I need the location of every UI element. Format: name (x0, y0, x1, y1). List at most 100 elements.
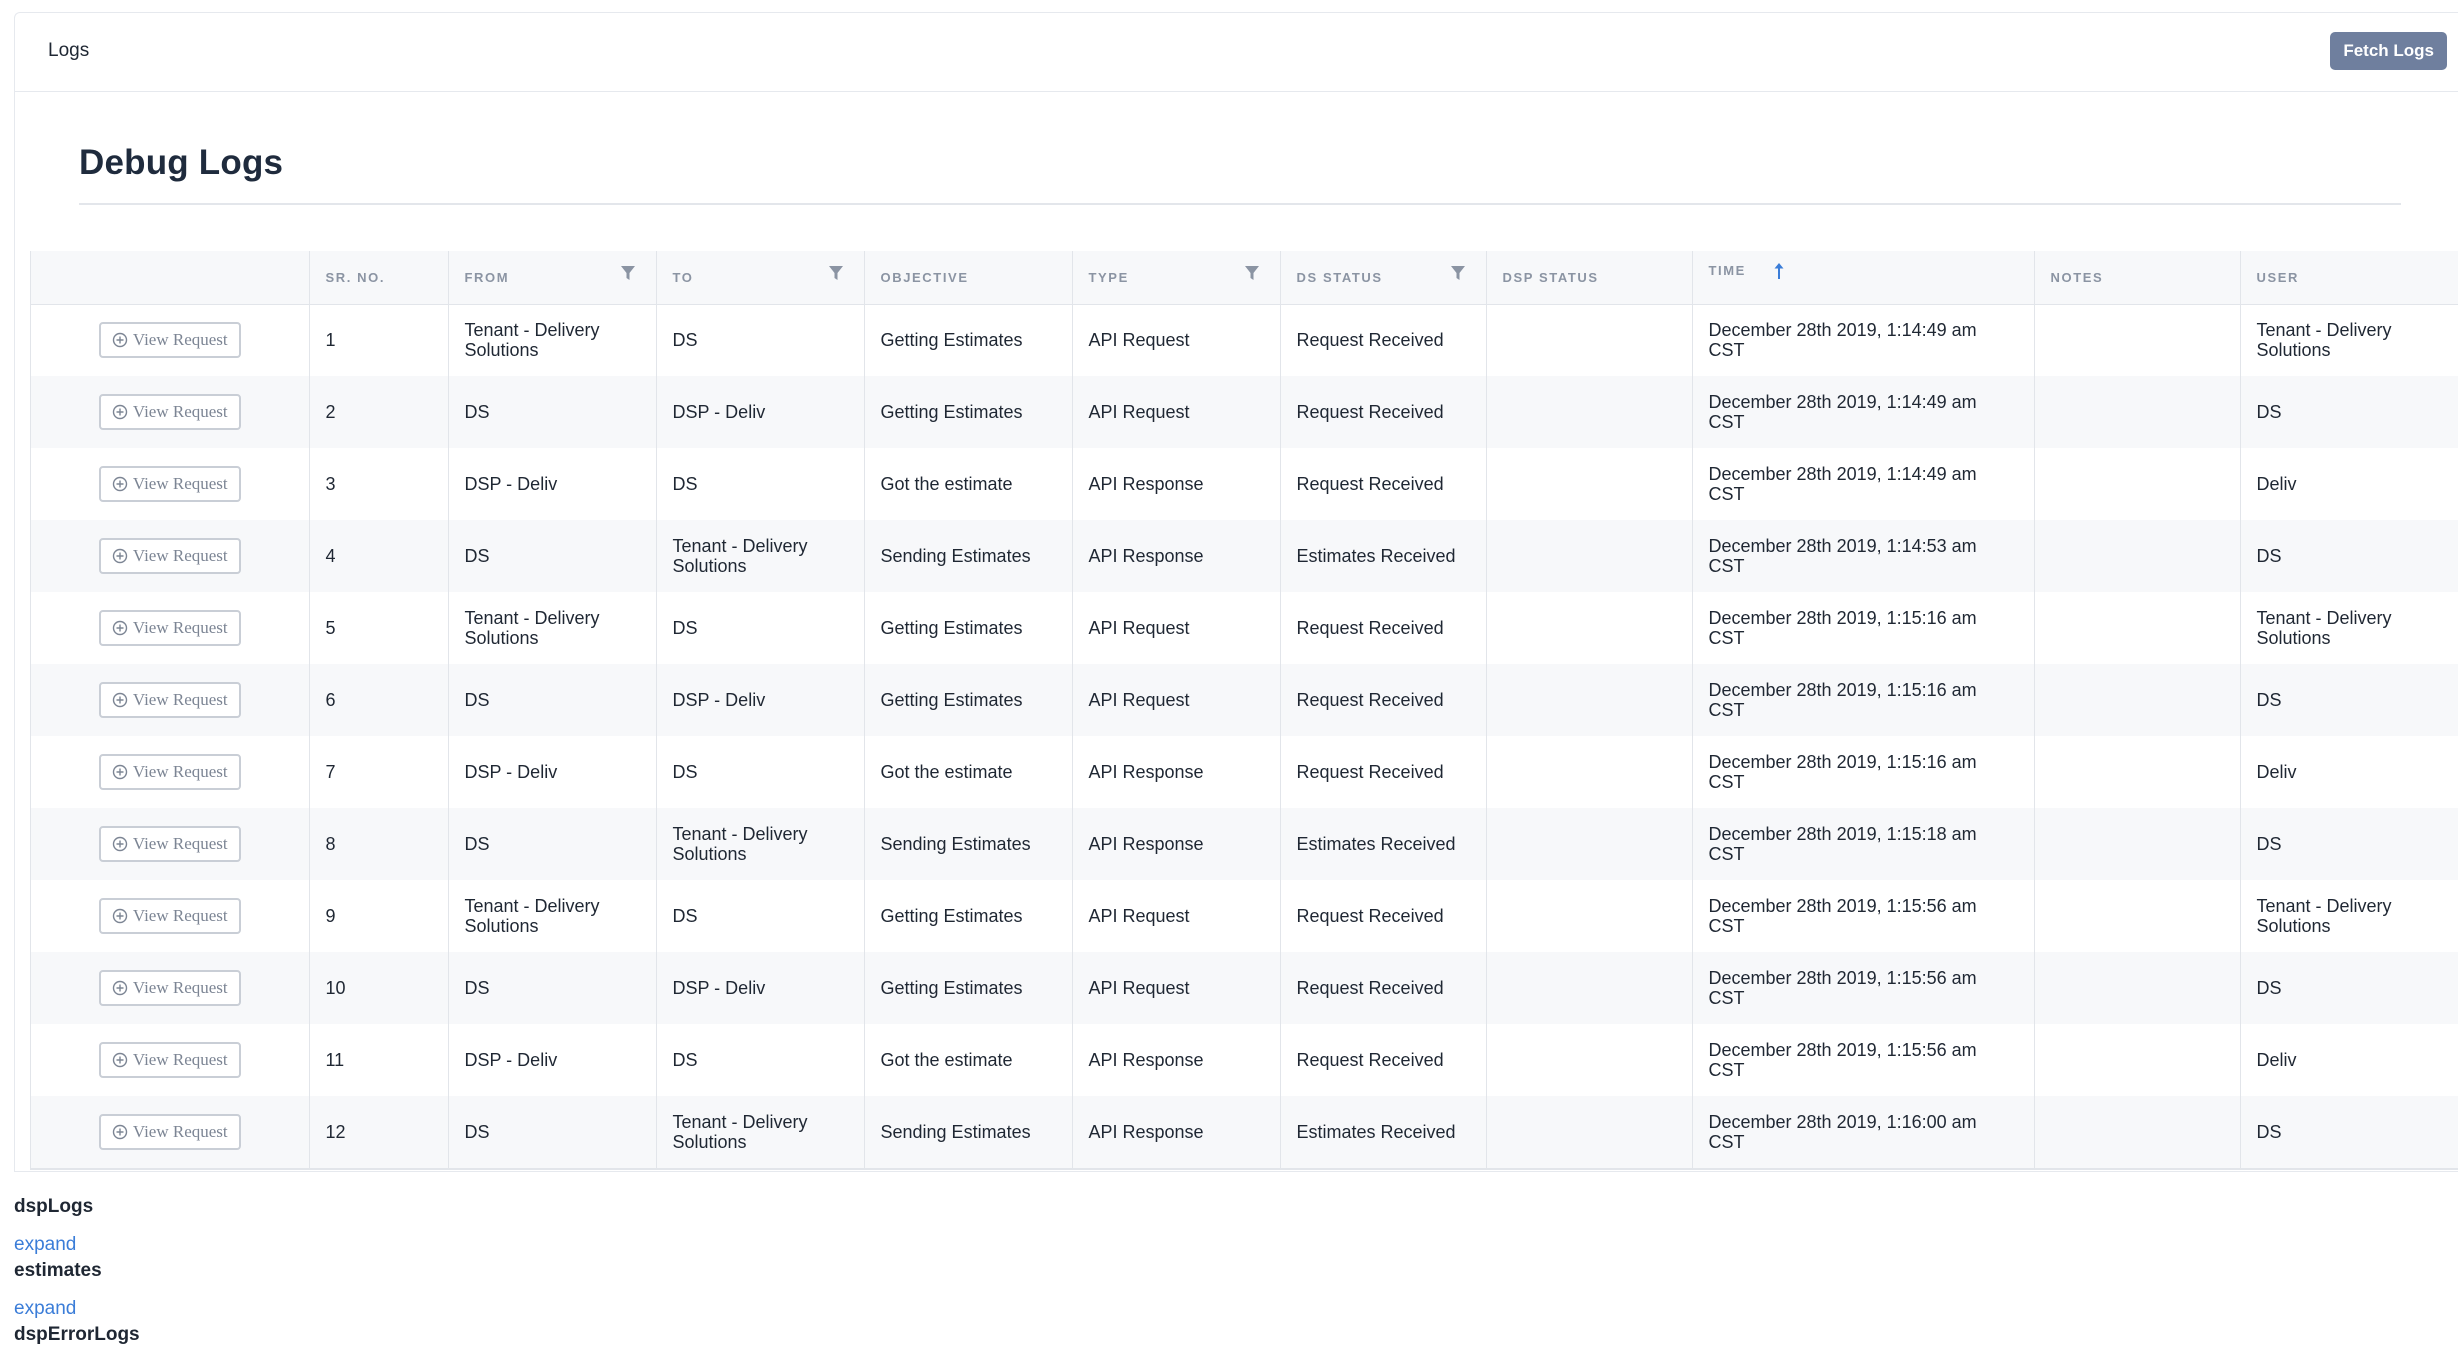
cell-dsp-status (1486, 592, 1693, 664)
column-header-action (31, 251, 310, 305)
cell-objective: Sending Estimates (864, 808, 1073, 880)
cell-time: December 28th 2019, 1:15:16 am CST (1692, 736, 2035, 808)
cell-sr-no: 11 (309, 1024, 449, 1096)
action-cell: View Request (31, 952, 310, 1024)
cell-time: December 28th 2019, 1:14:49 am CST (1692, 304, 2035, 376)
view-request-label: View Request (132, 906, 228, 925)
view-request-button[interactable]: View Request (98, 610, 241, 646)
plus-circle-icon (112, 548, 128, 564)
view-request-button[interactable]: View Request (98, 970, 241, 1006)
cell-objective: Getting Estimates (864, 376, 1073, 448)
cell-sr-no: 4 (309, 520, 449, 592)
cell-to: DS (656, 448, 865, 520)
cell-user: DS (2240, 664, 2458, 736)
cell-from: DS (448, 520, 657, 592)
cell-ds-status: Request Received (1280, 1024, 1487, 1096)
plus-circle-icon (112, 476, 128, 492)
cell-notes (2034, 592, 2241, 664)
view-request-button[interactable]: View Request (98, 322, 241, 359)
filter-icon[interactable] (1242, 263, 1262, 283)
cell-user: Tenant - Delivery Solutions (2240, 880, 2458, 952)
cell-to: DS (656, 736, 865, 808)
cell-from: Tenant - Delivery Solutions (448, 304, 657, 376)
column-header-to[interactable]: TO (656, 251, 865, 305)
cell-user: Tenant - Delivery Solutions (2240, 304, 2458, 376)
column-header-dsp-status[interactable]: DSP STATUS (1486, 251, 1693, 305)
plus-circle-icon (112, 836, 128, 852)
section-title-dsplogs: dspLogs (14, 1196, 94, 1217)
view-request-label: View Request (132, 1050, 228, 1069)
action-cell: View Request (31, 448, 310, 520)
column-header-from[interactable]: FROM (448, 251, 657, 305)
column-header-label: NOTES (2050, 269, 2104, 285)
view-request-button[interactable]: View Request (98, 1042, 241, 1078)
plus-circle-icon (112, 620, 128, 636)
view-request-button[interactable]: View Request (98, 682, 241, 718)
table-row: View Request 7 DSP - Deliv DS Got the estima… (31, 736, 2458, 808)
cell-type: API Request (1072, 592, 1281, 664)
cell-sr-no: 5 (309, 592, 449, 664)
cell-type: API Request (1072, 880, 1281, 952)
cell-type: API Request (1072, 664, 1281, 736)
column-header-notes[interactable]: NOTES (2034, 251, 2241, 305)
column-header-label: DSP STATUS (1502, 269, 1599, 285)
filter-icon[interactable] (1448, 263, 1468, 283)
column-header-label: USER (2256, 269, 2300, 285)
cell-type: API Response (1072, 1024, 1281, 1096)
column-header-user[interactable]: USER (2240, 251, 2458, 305)
cell-type: API Request (1072, 376, 1281, 448)
view-request-button[interactable]: View Request (98, 754, 241, 790)
cell-time: December 28th 2019, 1:14:49 am CST (1692, 448, 2035, 520)
cell-ds-status: Estimates Received (1280, 520, 1487, 592)
cell-ds-status: Request Received (1280, 736, 1487, 808)
cell-objective: Got the estimate (864, 1024, 1073, 1096)
filter-icon[interactable] (826, 263, 846, 283)
expand-link-estimates[interactable]: expand (14, 1298, 76, 1320)
column-header-sr-no[interactable]: SR. NO. (309, 251, 449, 305)
cell-to: DSP - Deliv (656, 664, 865, 736)
cell-type: API Response (1072, 1096, 1281, 1169)
cell-objective: Got the estimate (864, 448, 1073, 520)
column-header-objective[interactable]: OBJECTIVE (864, 251, 1073, 305)
cell-from: DS (448, 664, 657, 736)
expand-link-dsplogs[interactable]: expand (14, 1234, 76, 1256)
cell-ds-status: Request Received (1280, 448, 1487, 520)
column-header-label: TYPE (1088, 269, 1129, 285)
cell-user: Tenant - Delivery Solutions (2240, 592, 2458, 664)
cell-dsp-status (1486, 376, 1693, 448)
cell-from: DS (448, 376, 657, 448)
cell-objective: Got the estimate (864, 736, 1073, 808)
sort-ascending-icon[interactable] (1772, 261, 1786, 281)
plus-circle-icon (112, 404, 128, 420)
cell-from: DSP - Deliv (448, 448, 657, 520)
table-row: View Request 2 DS DSP - Deliv Getting Estima… (31, 376, 2458, 448)
fetch-logs-button[interactable]: Fetch Logs (2330, 32, 2447, 70)
view-request-label: View Request (132, 834, 228, 853)
column-header-type[interactable]: TYPE (1072, 251, 1281, 305)
column-header-label: TO (672, 269, 694, 285)
view-request-button[interactable]: View Request (98, 898, 241, 934)
cell-user: DS (2240, 520, 2458, 592)
cell-to: Tenant - Delivery Solutions (656, 520, 865, 592)
column-header-ds-status[interactable]: DS STATUS (1280, 251, 1487, 305)
view-request-button[interactable]: View Request (98, 826, 241, 862)
column-header-time[interactable]: TIME (1692, 251, 2035, 305)
filter-icon[interactable] (618, 263, 638, 283)
view-request-label: View Request (132, 474, 228, 493)
plus-circle-icon (112, 764, 128, 780)
table-row: View Request 12 DS Tenant - Delivery Soluti… (31, 1096, 2458, 1169)
cell-to: DS (656, 1024, 865, 1096)
cell-to: DS (656, 304, 865, 376)
view-request-button[interactable]: View Request (98, 538, 241, 574)
cell-sr-no: 7 (309, 736, 449, 808)
action-cell: View Request (31, 736, 310, 808)
column-header-label: DS STATUS (1296, 269, 1383, 285)
cell-type: API Response (1072, 808, 1281, 880)
table-row: View Request 8 DS Tenant - Delivery Solutio… (31, 808, 2458, 880)
action-cell: View Request (31, 592, 310, 664)
cell-notes (2034, 1024, 2241, 1096)
cell-notes (2034, 376, 2241, 448)
view-request-button[interactable]: View Request (98, 1113, 241, 1150)
view-request-button[interactable]: View Request (98, 466, 241, 502)
view-request-button[interactable]: View Request (98, 394, 241, 430)
